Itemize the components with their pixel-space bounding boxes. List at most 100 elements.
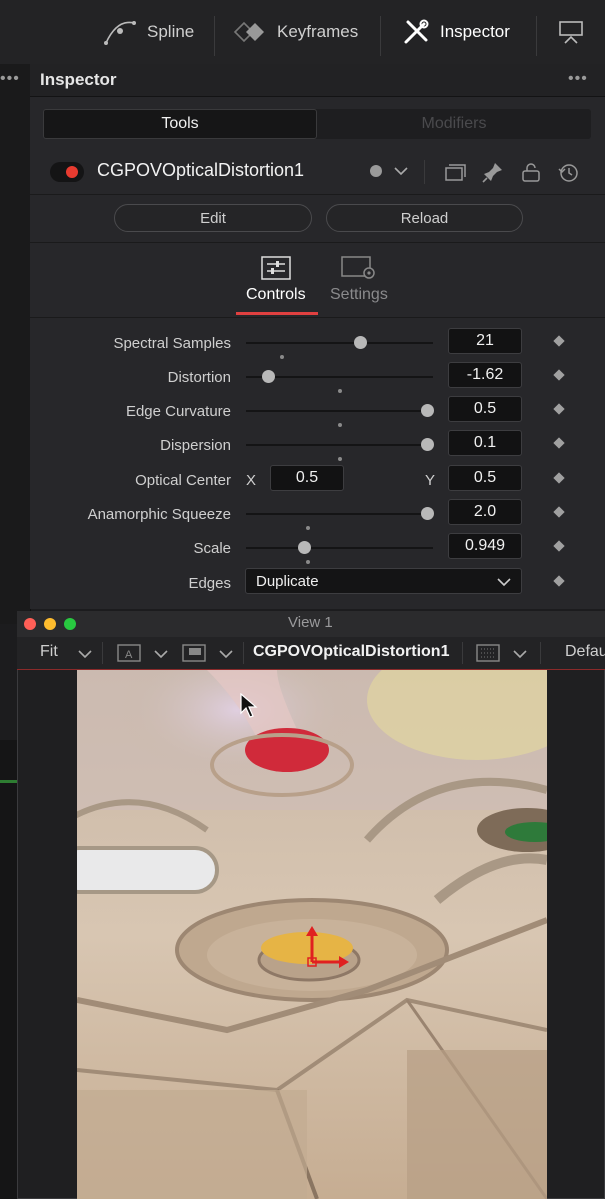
keyframe-diamond-icon[interactable] [553,335,565,347]
slider-track[interactable] [246,444,433,446]
control-label: Edges [188,575,231,592]
keyframe-diamond-icon[interactable] [553,369,565,381]
chevron-down-icon [497,578,511,587]
default-tick [337,423,342,427]
keyframe-diamond-icon[interactable] [553,575,565,587]
toggle-dot [66,166,78,178]
default-tick [337,389,342,393]
monitor-icon [559,21,583,44]
panel-title: Inspector [40,70,117,89]
subtab-settings[interactable]: Settings [330,256,388,304]
left-panel-menu-icon[interactable]: ••• [0,70,20,88]
control-label: Spectral Samples [113,335,231,352]
monitor-button[interactable] [558,0,584,64]
keyframe-diamond-icon[interactable] [553,472,565,484]
chevron-down-icon[interactable] [78,649,92,659]
text-overlay-icon[interactable]: A [117,644,141,662]
divider [102,642,103,664]
edit-button[interactable]: Edit [114,204,312,232]
chevron-down-icon[interactable] [394,166,408,176]
background-panel [0,740,17,1199]
control-label: Optical Center [135,472,231,489]
divider [462,642,463,664]
keyframe-diamond-icon[interactable] [553,540,565,552]
inspector-icon [404,19,429,44]
control-label: Dispersion [160,437,231,454]
spline-tab[interactable]: Spline [103,0,194,64]
slider-track[interactable] [246,513,433,515]
color-dot-icon[interactable] [370,165,382,177]
divider [540,642,541,664]
optical-center-y-field[interactable]: 0.5 [448,465,522,491]
panel-menu-icon[interactable]: ••• [568,70,588,88]
fit-dropdown[interactable]: Fit [40,643,58,661]
viewer-image [77,670,547,1199]
default-tick [305,526,310,530]
node-name: CGPOVOpticalDistortion1 [97,160,305,180]
versions-icon[interactable] [444,162,466,182]
control-row-optical-center: Optical Center X 0.5 Y 0.5 [30,464,605,498]
control-label: Scale [193,540,231,557]
checker-icon[interactable] [182,644,206,662]
value-field[interactable]: 0.1 [448,430,522,456]
default-tick [279,355,284,359]
keyframe-diamond-icon[interactable] [553,437,565,449]
roi-icon[interactable] [476,644,500,662]
tab-tools[interactable]: Tools [43,109,317,139]
keyframes-tab[interactable]: Keyframes [233,0,358,64]
slider-track[interactable] [246,547,433,549]
slider-knob[interactable] [421,507,435,520]
viewer-title: View 1 [288,614,333,631]
subtab-controls[interactable]: Controls [246,256,306,304]
chevron-down-icon[interactable] [513,649,527,659]
reset-icon[interactable] [557,161,579,183]
spline-icon [104,21,136,45]
control-row-distortion: Distortion -1.62 [30,361,605,395]
optical-center-x-field[interactable]: 0.5 [270,465,344,491]
edges-select[interactable]: Duplicate [245,568,522,594]
value-field[interactable]: 0.949 [448,533,522,559]
minimize-window-button[interactable] [44,618,56,630]
chevron-down-icon[interactable] [219,649,233,659]
lut-dropdown[interactable]: Defau [565,643,605,661]
keyframe-diamond-icon[interactable] [553,403,565,415]
slider-knob[interactable] [297,541,311,554]
control-row-anamorphic-squeeze: Anamorphic Squeeze 2.0 [30,498,605,532]
slider-track[interactable] [246,342,433,344]
close-window-button[interactable] [24,618,36,630]
value-field[interactable]: -1.62 [448,362,522,388]
pin-icon[interactable] [482,161,504,183]
divider [424,160,425,184]
slider-knob[interactable] [262,370,276,383]
chevron-down-icon[interactable] [154,649,168,659]
keyframe-diamond-icon[interactable] [553,506,565,518]
settings-icon [341,256,375,279]
left-panel-strip [0,64,31,624]
control-row-dispersion: Dispersion 0.1 [30,429,605,463]
wooden-maze-render [77,670,547,1199]
timeline-marker [0,780,17,783]
viewer-node-name: CGPOVOpticalDistortion1 [253,643,450,660]
value-field[interactable]: 2.0 [448,499,522,525]
y-label: Y [425,472,436,489]
slider-track[interactable] [246,410,433,412]
reload-button[interactable]: Reload [326,204,523,232]
control-label: Edge Curvature [125,403,231,420]
slider-knob[interactable] [421,404,435,417]
value-field[interactable]: 0.5 [448,396,522,422]
slider-knob[interactable] [354,336,368,349]
inspector-tab[interactable]: Inspector [402,0,510,64]
slider-knob[interactable] [421,438,435,451]
toolbar-divider [380,16,381,56]
lock-icon[interactable] [520,161,542,183]
svg-text:A: A [125,649,133,661]
value-field[interactable]: 21 [448,328,522,354]
control-row-spectral-samples: Spectral Samples 21 [30,327,605,361]
x-label: X [246,472,257,489]
edges-value: Duplicate [256,572,319,590]
toolbar-divider [536,16,537,56]
toolbar-divider [214,16,215,56]
tab-modifiers[interactable]: Modifiers [317,109,591,139]
maximize-window-button[interactable] [64,618,76,630]
divider [30,317,605,318]
